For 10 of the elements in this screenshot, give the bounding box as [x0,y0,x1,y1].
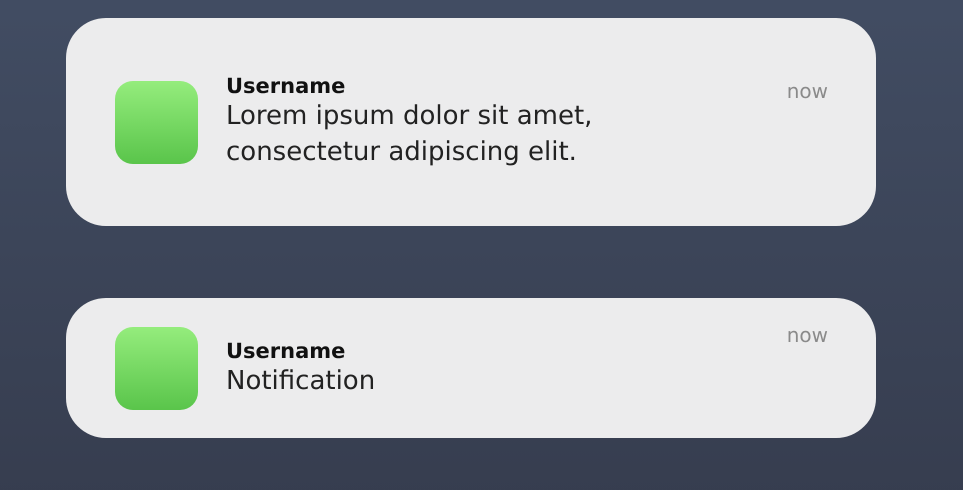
notification-time: now [786,79,828,103]
app-icon [115,80,198,164]
notification-sender: Username [226,74,346,98]
notification-time: now [786,323,828,347]
notification-card[interactable]: Username Notification now [66,298,876,438]
notification-card[interactable]: Username Lorem ipsum dolor sit amet, consectetur adipiscing elit. now [66,18,876,226]
notification-message: Notification [226,364,376,398]
notification-sender: Username [226,338,346,362]
notification-message: Lorem ipsum dolor sit amet, consectetur adipiscing elit. [226,100,594,169]
app-icon [115,327,198,410]
